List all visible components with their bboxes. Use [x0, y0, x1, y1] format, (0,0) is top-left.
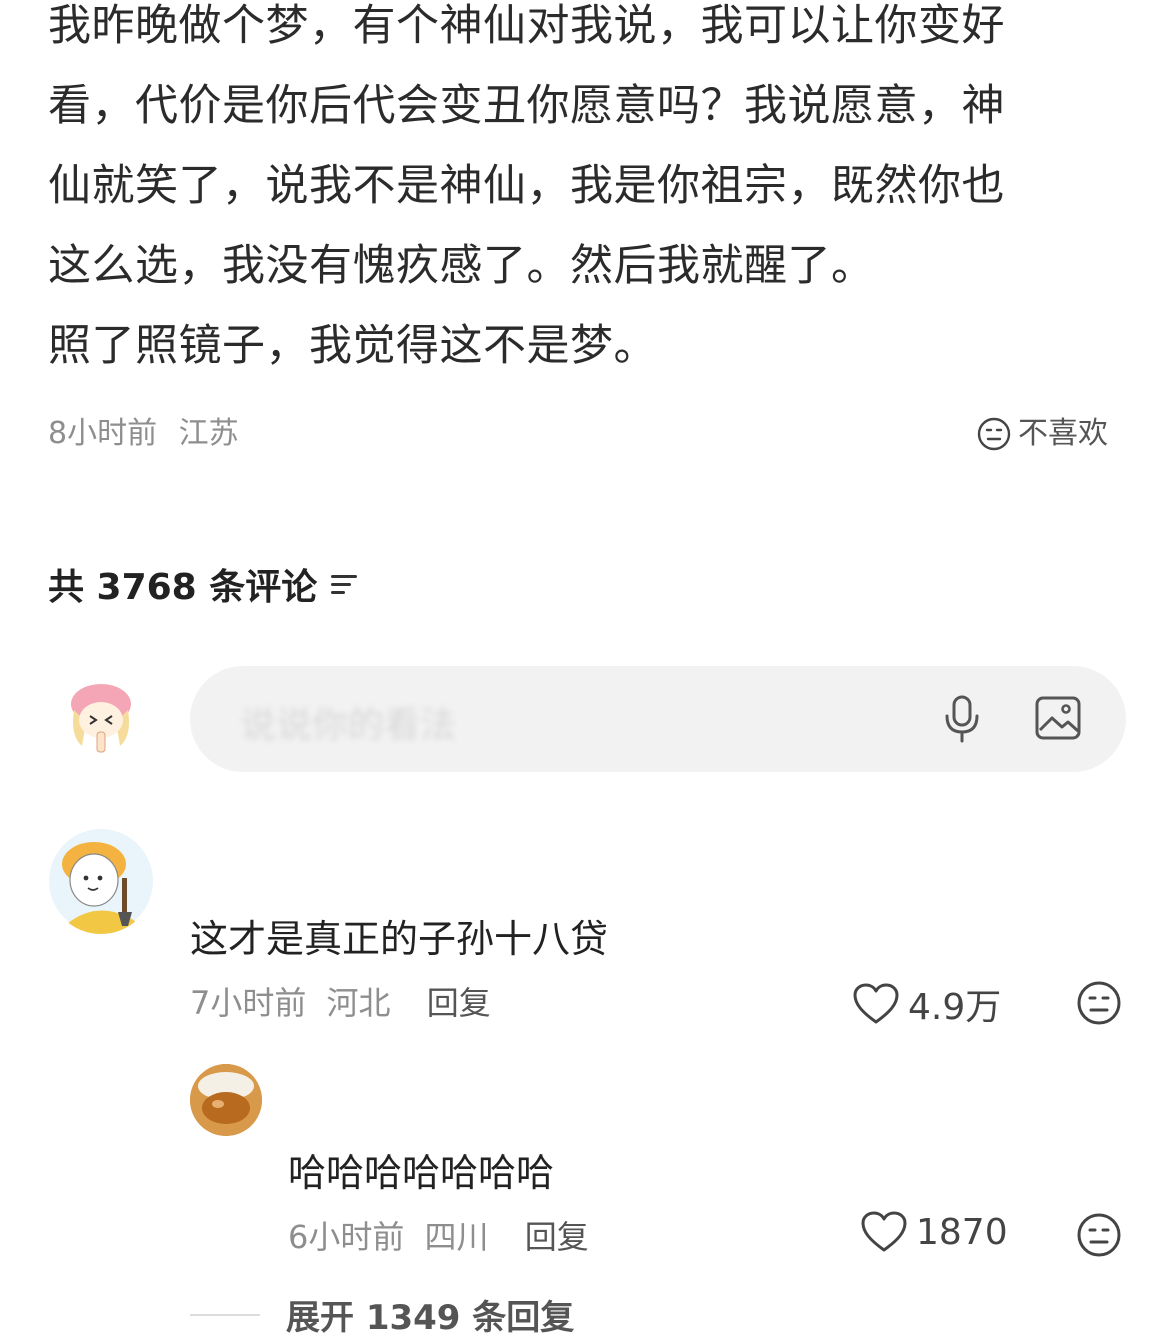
avatar[interactable]	[60, 676, 142, 758]
comment-meta: 6小时前 四川 回复	[288, 1212, 589, 1258]
avatar-illustration	[49, 829, 153, 934]
sort-icon[interactable]	[331, 573, 358, 595]
comment-input[interactable]: 说说你的看法	[190, 666, 1126, 772]
like-button[interactable]: 4.9万	[852, 978, 1001, 1030]
post-text-line: 看，代价是你后代会变丑你愿意吗？我说愿意，神	[48, 81, 1005, 131]
comment-meta: 7小时前 河北 回复	[190, 978, 491, 1024]
post-location: 江苏	[178, 416, 239, 451]
like-button[interactable]: 1870	[860, 1210, 1008, 1254]
comment-location: 河北	[326, 984, 391, 1022]
comment-text: 哈哈哈哈哈哈哈	[288, 1151, 555, 1195]
avatar-illustration	[190, 1064, 262, 1136]
meh-face-icon[interactable]	[1076, 980, 1122, 1026]
post-text-line: 这么选，我没有愧疚感了。然后我就醒了。	[48, 241, 875, 291]
comment-input-placeholder: 说说你的看法	[240, 705, 457, 746]
meh-face-icon[interactable]	[1076, 1212, 1122, 1258]
reply-item: 哈哈哈哈哈哈哈 6小时前 四川 回复 1870	[0, 1060, 1170, 1280]
like-count: 1870	[916, 1211, 1008, 1253]
comment-count: 共 3768 条评论	[48, 567, 318, 608]
reply-button[interactable]: 回复	[525, 1218, 589, 1256]
post-text-line: 我昨晚做个梦，有个神仙对我说，我可以让你变好	[48, 1, 1005, 51]
post-time: 8小时前	[48, 416, 158, 451]
post-text-line: 仙就笑了，说我不是神仙，我是你祖宗，既然你也	[48, 161, 1005, 211]
comment-time: 6小时前	[288, 1218, 405, 1256]
comment-item: 这才是真正的子孙十八贷 7小时前 河北 回复 4.9万	[0, 820, 1170, 1050]
avatar[interactable]	[190, 1064, 262, 1136]
avatar[interactable]	[48, 828, 154, 934]
microphone-icon[interactable]	[942, 694, 982, 744]
post-text-line: 照了照镜子，我觉得这不是梦。	[48, 321, 657, 371]
heart-icon	[853, 983, 899, 1024]
image-icon[interactable]	[1034, 694, 1082, 742]
dislike-label: 不喜欢	[1018, 416, 1108, 451]
post-content: 我昨晚做个梦，有个神仙对我说，我可以让你变好 看，代价是你后代会变丑你愿意吗？我…	[48, 0, 1128, 400]
heart-icon	[861, 1211, 907, 1252]
avatar-illustration	[71, 684, 131, 753]
dislike-face-icon	[977, 417, 1011, 451]
post-detail-page: 我昨晚做个梦，有个神仙对我说，我可以让你变好 看，代价是你后代会变丑你愿意吗？我…	[0, 0, 1170, 1342]
expand-replies-button[interactable]: 展开 1349 条回复	[190, 1290, 574, 1339]
comment-time: 7小时前	[190, 984, 307, 1022]
comment-text: 这才是真正的子孙十八贷	[190, 917, 609, 961]
divider	[190, 1313, 260, 1316]
post-meta: 8小时前 江苏 不喜欢	[48, 412, 1108, 460]
reply-button[interactable]: 回复	[427, 984, 491, 1022]
comment-location: 四川	[424, 1218, 489, 1256]
expand-replies-label: 展开 1349 条回复	[286, 1298, 575, 1338]
like-count: 4.9万	[908, 987, 1002, 1028]
comments-header: 共 3768 条评论	[48, 556, 358, 612]
dislike-button[interactable]: 不喜欢	[976, 414, 1108, 454]
comment-input-row: 说说你的看法	[48, 666, 1128, 774]
